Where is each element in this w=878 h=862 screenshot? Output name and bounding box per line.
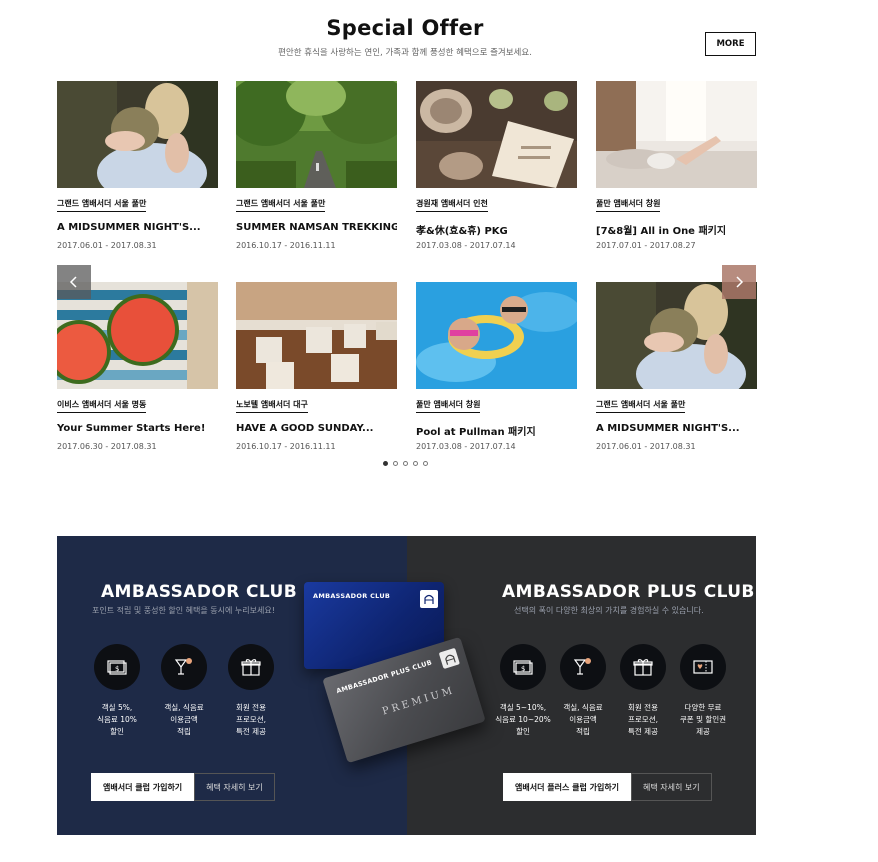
bed-relax-photo[interactable] <box>596 81 757 188</box>
offer-title[interactable]: [7&8월] All in One 패키지 <box>596 222 757 237</box>
cups-photo[interactable] <box>236 282 397 389</box>
join-plus-club-button[interactable]: 앰배서더 플러스 클럽 가입하기 <box>503 773 632 801</box>
offer-title[interactable]: 孝&休(효&휴) PKG <box>416 222 577 237</box>
benefit-label: 객실 5~10%, 식음료 10~20% 할인 <box>495 703 551 736</box>
benefit-item: 회원 전용 프로모션, 특전 제공 <box>613 644 673 738</box>
carousel-dot[interactable] <box>393 461 398 466</box>
club-subtitle: 포인트 적립 및 풍성한 할인 혜택을 동시에 누리보세요! <box>92 606 275 615</box>
chevron-left-icon <box>69 276 77 288</box>
benefit-label: 다양한 무료 쿠폰 및 할인권 제공 <box>679 703 727 736</box>
more-button[interactable]: MORE <box>705 32 756 56</box>
woman-sitting-photo[interactable] <box>57 81 218 188</box>
offer-dates: 2016.10.17 - 2016.11.11 <box>236 442 336 451</box>
offer-hotel-tag[interactable]: 그랜드 앰배서더 서울 풀만 <box>236 198 326 212</box>
benefit-label: 회원 전용 프로모션, 특전 제공 <box>628 703 658 736</box>
offer-title[interactable]: A MIDSUMMER NIGHT'S... <box>57 222 218 233</box>
offer-hotel-tag[interactable]: 풀만 앰배서더 창원 <box>596 198 661 212</box>
benefit-label: 객실, 식음료 이용금액 적립 <box>563 703 603 736</box>
carousel-dot[interactable] <box>403 461 408 466</box>
carousel-prev-button[interactable] <box>57 265 91 299</box>
offer-hotel-tag[interactable]: 그랜드 앰배서더 서울 풀만 <box>596 399 686 413</box>
benefit-label: 객실, 식음료 이용금액 적립 <box>164 703 204 736</box>
benefit-item: 객실, 식음료 이용금액 적립 <box>553 644 613 738</box>
card-name: AMBASSADOR CLUB <box>313 592 391 600</box>
drink-icon <box>161 644 207 690</box>
carousel-dot[interactable] <box>423 461 428 466</box>
benefit-label: 객실 5%, 식음료 10% 할인 <box>97 703 137 736</box>
card-premium-word: PREMIUM <box>381 684 457 718</box>
carousel-dot[interactable] <box>383 461 388 466</box>
offer-dates: 2016.10.17 - 2016.11.11 <box>236 241 336 250</box>
svg-text:$: $ <box>521 665 525 673</box>
benefit-item: 객실, 식음료 이용금액 적립 <box>154 644 214 738</box>
offer-title[interactable]: HAVE A GOOD SUNDAY... <box>236 423 397 434</box>
offer-dates: 2017.07.01 - 2017.08.27 <box>596 241 696 250</box>
offer-dates: 2017.06.01 - 2017.08.31 <box>57 241 157 250</box>
offer-card[interactable]: 풀만 앰배서더 창원 Pool at Pullman 패키지 2017.03.0… <box>416 282 577 451</box>
benefit-item: 다양한 무료 쿠폰 및 할인권 제공 <box>673 644 733 738</box>
hotel-logo-icon <box>420 590 438 608</box>
money-icon: $ <box>500 644 546 690</box>
money-icon: $ <box>94 644 140 690</box>
carousel-dot[interactable] <box>413 461 418 466</box>
club-actions: 앰배서더 클럽 가입하기 혜택 자세히 보기 <box>91 773 275 801</box>
club-subtitle: 선택의 폭이 다양한 최상의 가치를 경험하실 수 있습니다. <box>514 606 704 615</box>
tea-set-photo[interactable] <box>416 81 577 188</box>
offer-title[interactable]: SUMMER NAMSAN TREKKING... <box>236 222 397 233</box>
offer-hotel-tag[interactable]: 풀만 앰배서더 창원 <box>416 399 481 413</box>
chevron-right-icon <box>736 276 744 288</box>
club-actions: 앰배서더 플러스 클럽 가입하기 혜택 자세히 보기 <box>503 773 712 801</box>
offer-title[interactable]: A MIDSUMMER NIGHT'S... <box>596 423 757 434</box>
offer-hotel-tag[interactable]: 노보텔 앰배서더 대구 <box>236 399 308 413</box>
pool-kids-photo[interactable] <box>416 282 577 389</box>
offer-dates: 2017.03.08 - 2017.07.14 <box>416 442 516 451</box>
offer-title[interactable]: Pool at Pullman 패키지 <box>416 423 577 438</box>
plus-club-details-button[interactable]: 혜택 자세히 보기 <box>631 773 712 801</box>
offer-card[interactable]: 그랜드 앰배서더 서울 풀만 SUMMER NAMSAN TREKKING...… <box>236 81 397 250</box>
carousel-next-button[interactable] <box>722 265 756 299</box>
gift-icon <box>228 644 274 690</box>
join-club-button[interactable]: 앰배서더 클럽 가입하기 <box>91 773 195 801</box>
club-details-button[interactable]: 혜택 자세히 보기 <box>194 773 275 801</box>
forest-road-photo[interactable] <box>236 81 397 188</box>
offer-dates: 2017.06.30 - 2017.08.31 <box>57 442 157 451</box>
offer-hotel-tag[interactable]: 그랜드 앰배서더 서울 풀만 <box>57 198 147 212</box>
gift-icon <box>620 644 666 690</box>
benefit-item: $ 객실 5~10%, 식음료 10~20% 할인 <box>493 644 553 738</box>
offer-card[interactable]: 경원재 앰배서더 인천 孝&休(효&휴) PKG 2017.03.08 - 20… <box>416 81 577 250</box>
svg-text:$: $ <box>115 665 119 673</box>
benefit-item: $ 객실 5%, 식음료 10% 할인 <box>87 644 147 738</box>
special-offer-subtitle: 편안한 휴식을 사랑하는 연인, 가족과 함께 풍성한 혜택으로 즐겨보세요. <box>278 48 532 58</box>
offer-hotel-tag[interactable]: 경원재 앰배서더 인천 <box>416 198 488 212</box>
benefit-item: 회원 전용 프로모션, 특전 제공 <box>221 644 281 738</box>
offer-title[interactable]: Your Summer Starts Here! <box>57 423 218 434</box>
offer-card[interactable]: 노보텔 앰배서더 대구 HAVE A GOOD SUNDAY... 2016.1… <box>236 282 397 451</box>
club-title: AMBASSADOR PLUS CLUB <box>502 582 755 602</box>
special-offer-title: Special Offer <box>326 16 484 40</box>
coupon-icon <box>680 644 726 690</box>
offer-hotel-tag[interactable]: 이비스 앰배서더 서울 명동 <box>57 399 147 413</box>
club-title: AMBASSADOR CLUB <box>101 582 298 602</box>
carousel-pagination <box>383 461 428 466</box>
offer-dates: 2017.03.08 - 2017.07.14 <box>416 241 516 250</box>
drink-icon <box>560 644 606 690</box>
offer-card[interactable]: 풀만 앰배서더 창원 [7&8월] All in One 패키지 2017.07… <box>596 81 757 250</box>
benefit-label: 회원 전용 프로모션, 특전 제공 <box>236 703 266 736</box>
offer-card[interactable]: 그랜드 앰배서더 서울 풀만 A MIDSUMMER NIGHT'S... 20… <box>57 81 218 250</box>
hotel-logo-icon <box>438 647 460 670</box>
offer-dates: 2017.06.01 - 2017.08.31 <box>596 442 696 451</box>
